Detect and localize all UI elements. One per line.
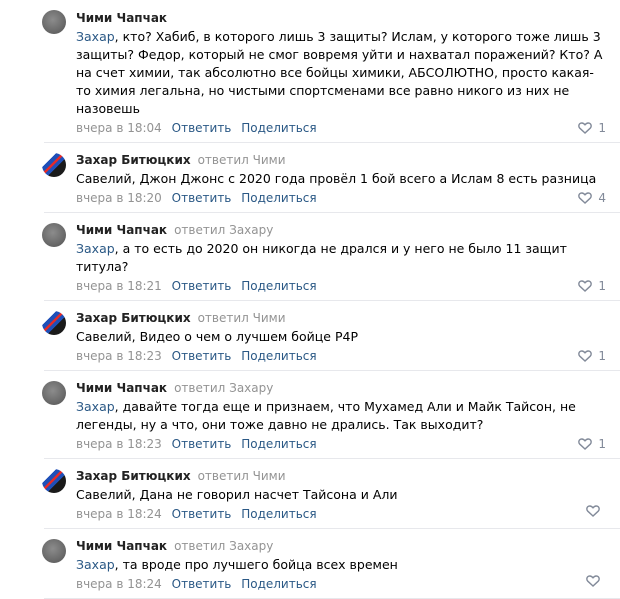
share-button[interactable]: Поделиться (241, 577, 316, 591)
reply-button[interactable]: Ответить (172, 121, 232, 135)
comment-time[interactable]: вчера в 18:23 (76, 437, 162, 451)
comment-text-body: Савелий, Дана не говорил насчет Тайсона … (76, 487, 398, 502)
avatar[interactable] (42, 10, 66, 34)
like-button[interactable]: 1 (578, 347, 606, 365)
like-button[interactable]: 1 (578, 277, 606, 295)
heart-icon (578, 192, 593, 204)
avatar[interactable] (42, 539, 66, 563)
heart-icon (578, 122, 593, 134)
comment: Чими Чапчак Захар, кто? Хабиб, в которог… (42, 0, 620, 143)
reply-to-label[interactable]: ответил Чими (198, 153, 286, 167)
avatar[interactable] (42, 469, 66, 493)
comment-time[interactable]: вчера в 18:04 (76, 121, 162, 135)
comment-author[interactable]: Чими Чапчак (76, 381, 167, 395)
like-count: 1 (598, 279, 606, 293)
avatar[interactable] (42, 381, 66, 405)
like-count: 1 (598, 349, 606, 363)
reply-button[interactable]: Ответить (172, 279, 232, 293)
like-button[interactable]: 4 (578, 189, 606, 207)
reply-button[interactable]: Ответить (172, 577, 232, 591)
avatar[interactable] (42, 153, 66, 177)
comment-time[interactable]: вчера в 18:24 (76, 577, 162, 591)
avatar[interactable] (42, 223, 66, 247)
comment-time[interactable]: вчера в 18:23 (76, 349, 162, 363)
comment-time[interactable]: вчера в 18:21 (76, 279, 162, 293)
like-count: 1 (598, 121, 606, 135)
heart-icon (586, 575, 600, 587)
comments-thread: Чими Чапчак Захар, кто? Хабиб, в которог… (0, 0, 620, 599)
comment-author[interactable]: Чими Чапчак (76, 11, 167, 25)
comment-text-body: Савелий, Видео о чем о лучшем бойце Р4Р (76, 329, 358, 344)
reply-button[interactable]: Ответить (172, 349, 232, 363)
comment: Чими Чапчак ответил Захару Захар, а то е… (42, 213, 620, 301)
comment-time[interactable]: вчера в 18:20 (76, 191, 162, 205)
comment-text-body: , давайте тогда еще и признаем, что Муха… (76, 399, 576, 432)
share-button[interactable]: Поделиться (241, 349, 316, 363)
reply-to-label[interactable]: ответил Чими (198, 311, 286, 325)
comment-text-body: , та вроде про лучшего бойца всех времен (114, 557, 398, 572)
reply-to-label[interactable]: ответил Захару (174, 539, 273, 553)
avatar[interactable] (42, 311, 66, 335)
comment-text: Захар, та вроде про лучшего бойца всех в… (76, 556, 606, 574)
reply-button[interactable]: Ответить (172, 507, 232, 521)
comment: Чими Чапчак ответил Захару Захар, та вро… (42, 529, 620, 599)
addressee-link[interactable]: Захар (76, 399, 115, 414)
reply-button[interactable]: Ответить (172, 437, 232, 451)
reply-to-label[interactable]: ответил Захару (174, 381, 273, 395)
comment-time[interactable]: вчера в 18:24 (76, 507, 162, 521)
like-button[interactable] (586, 505, 606, 517)
reply-to-label[interactable]: ответил Захару (174, 223, 273, 237)
comment-text-body: , а то есть до 2020 он никогда не дрался… (76, 241, 567, 274)
comment: Чими Чапчак ответил Захару Захар, давайт… (42, 371, 620, 459)
share-button[interactable]: Поделиться (241, 437, 316, 451)
comment-text: Савелий, Дана не говорил насчет Тайсона … (76, 486, 606, 504)
like-button[interactable] (586, 575, 606, 587)
heart-icon (578, 350, 593, 362)
comment-text: Захар, давайте тогда еще и признаем, что… (76, 398, 606, 434)
comment-author[interactable]: Захар Битюцких (76, 311, 191, 325)
like-count: 4 (598, 191, 606, 205)
share-button[interactable]: Поделиться (241, 507, 316, 521)
like-button[interactable]: 1 (578, 435, 606, 453)
comment-text: Захар, кто? Хабиб, в которого лишь 3 защ… (76, 28, 606, 118)
addressee-link[interactable]: Захар (76, 557, 115, 572)
reply-to-label[interactable]: ответил Чими (198, 469, 286, 483)
comment-text: Савелий, Видео о чем о лучшем бойце Р4Р (76, 328, 606, 346)
comment: Захар Битюцких ответил Чими Савелий, Вид… (42, 301, 620, 371)
addressee-link[interactable]: Захар (76, 241, 115, 256)
comment-author[interactable]: Чими Чапчак (76, 539, 167, 553)
heart-icon (578, 280, 593, 292)
heart-icon (578, 438, 593, 450)
share-button[interactable]: Поделиться (241, 279, 316, 293)
comment: Захар Битюцких ответил Чими Савелий, Джо… (42, 143, 620, 213)
comment-author[interactable]: Захар Битюцких (76, 469, 191, 483)
heart-icon (586, 505, 600, 517)
like-count: 1 (598, 437, 606, 451)
comment-author[interactable]: Чими Чапчак (76, 223, 167, 237)
comment-text-body: , кто? Хабиб, в которого лишь 3 защиты? … (76, 29, 603, 116)
reply-button[interactable]: Ответить (172, 191, 232, 205)
comment: Захар Битюцких ответил Чими Савелий, Дан… (42, 459, 620, 529)
share-button[interactable]: Поделиться (241, 191, 316, 205)
share-button[interactable]: Поделиться (241, 121, 316, 135)
comment-author[interactable]: Захар Битюцких (76, 153, 191, 167)
comment-text-body: Савелий, Джон Джонс с 2020 года провёл 1… (76, 171, 597, 186)
addressee-link[interactable]: Захар (76, 29, 115, 44)
comment-text: Захар, а то есть до 2020 он никогда не д… (76, 240, 606, 276)
like-button[interactable]: 1 (578, 119, 606, 137)
comment-text: Савелий, Джон Джонс с 2020 года провёл 1… (76, 170, 606, 188)
